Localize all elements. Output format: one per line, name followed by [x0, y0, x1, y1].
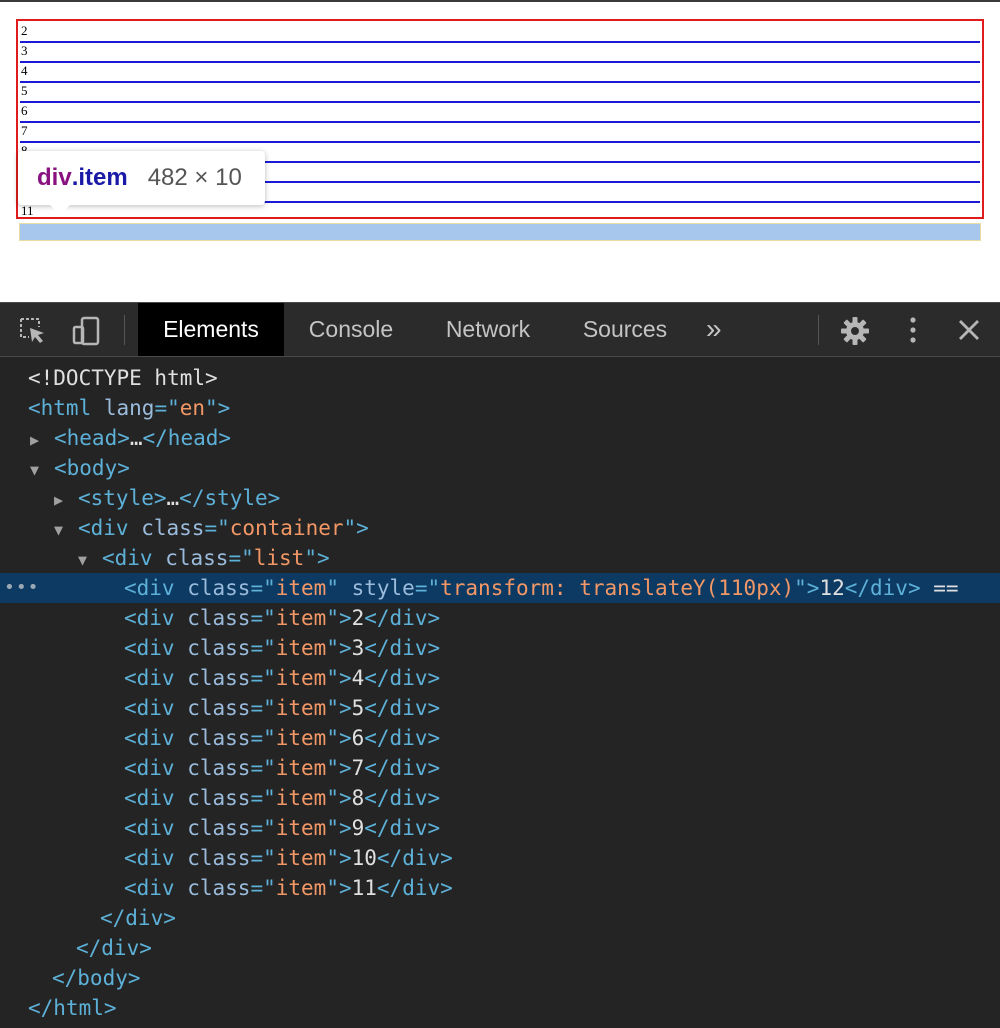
dom-item[interactable]: <div class="item">11</div>	[0, 873, 1000, 903]
container-class-value: container	[229, 516, 344, 540]
devtools-panel: Elements Console Network Sources » <!DOC…	[0, 302, 1000, 1028]
selected-style-value: transform: translateY(110px)	[440, 576, 795, 600]
dom-container-close[interactable]: </div>	[0, 933, 1000, 963]
dom-item[interactable]: <div class="item">9</div>	[0, 813, 1000, 843]
inspected-element-highlight	[19, 223, 981, 241]
kebab-menu-icon[interactable]	[900, 316, 928, 344]
dom-list-open[interactable]: ▼ <div class="list">	[0, 543, 1000, 573]
tooltip-class: .item	[71, 164, 128, 191]
dom-item[interactable]: <div class="item">3</div>	[0, 633, 1000, 663]
dom-item-selected[interactable]: ••• <div class="item" style="transform: t…	[0, 573, 1000, 603]
doctype-text: <!DOCTYPE html>	[28, 366, 218, 390]
dom-container-open[interactable]: ▼ <div class="container">	[0, 513, 1000, 543]
list-item: 6	[20, 103, 980, 123]
dom-item[interactable]: <div class="item">2</div>	[0, 603, 1000, 633]
dom-item[interactable]: <div class="item">5</div>	[0, 693, 1000, 723]
dom-tree: <!DOCTYPE html> <html lang="en"> ▶ <head>…	[0, 363, 1000, 1023]
toolbar-divider	[818, 315, 819, 345]
dom-list-close[interactable]: </div>	[0, 903, 1000, 933]
selected-node-marker: ==	[933, 576, 959, 600]
tooltip-size: 482 × 10	[147, 164, 242, 191]
list-item: 7	[20, 123, 980, 143]
dom-body-close[interactable]: </body>	[0, 963, 1000, 993]
more-actions-icon[interactable]: •••	[4, 573, 40, 603]
dom-body-open[interactable]: ▼ <body>	[0, 453, 1000, 483]
list-item: 4	[20, 63, 980, 83]
list-item: 11	[21, 203, 34, 218]
list-item: 5	[20, 83, 980, 103]
dom-head[interactable]: ▶ <head>…</head>	[0, 423, 1000, 453]
selected-item-text: 12	[819, 576, 845, 600]
html-lang-value: en	[179, 396, 206, 420]
dom-item[interactable]: <div class="item">8</div>	[0, 783, 1000, 813]
device-toolbar-icon[interactable]	[72, 316, 100, 346]
gear-icon[interactable]	[840, 316, 869, 345]
more-tabs-button[interactable]: »	[706, 303, 721, 356]
dom-item[interactable]: <div class="item">10</div>	[0, 843, 1000, 873]
dom-html-open[interactable]: <html lang="en">	[0, 393, 1000, 423]
collapse-triangle-icon[interactable]: ▼	[30, 455, 54, 485]
collapse-triangle-icon[interactable]: ▼	[54, 515, 78, 545]
dom-item[interactable]: <div class="item">4</div>	[0, 663, 1000, 693]
toolbar-divider	[124, 315, 125, 345]
tooltip-tag: div	[37, 164, 72, 191]
collapse-triangle-icon[interactable]: ▼	[78, 545, 102, 575]
tab-console[interactable]: Console	[292, 303, 410, 356]
expand-triangle-icon[interactable]: ▶	[54, 485, 78, 515]
list-item: 3	[20, 43, 980, 63]
devtools-toolbar: Elements Console Network Sources »	[0, 303, 1000, 357]
expand-triangle-icon[interactable]: ▶	[30, 425, 54, 455]
dom-item[interactable]: <div class="item">7</div>	[0, 753, 1000, 783]
dom-doctype[interactable]: <!DOCTYPE html>	[0, 363, 1000, 393]
dom-html-close[interactable]: </html>	[0, 993, 1000, 1023]
tab-elements[interactable]: Elements	[138, 303, 284, 356]
list-class-value: list	[253, 546, 305, 570]
list-item: 2	[20, 23, 980, 43]
dom-item[interactable]: <div class="item">6</div>	[0, 723, 1000, 753]
element-tooltip: div .item 482 × 10	[18, 151, 265, 215]
page-viewport: 2 3 4 5 6 7 8 9 10 11 div.item 482 × 10	[0, 0, 1000, 302]
tab-sources[interactable]: Sources	[566, 303, 684, 356]
close-icon[interactable]	[955, 316, 983, 344]
inspect-element-icon[interactable]	[18, 316, 46, 344]
tab-network[interactable]: Network	[428, 303, 548, 356]
dom-style[interactable]: ▶ <style>…</style>	[0, 483, 1000, 513]
